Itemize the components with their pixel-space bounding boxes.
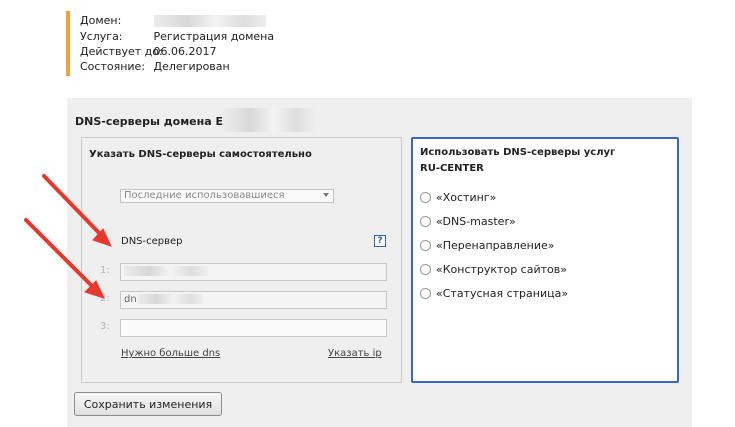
- chevron-down-icon: [323, 193, 329, 197]
- ru-center-title-line1: Использовать DNS-серверы услуг: [420, 147, 616, 158]
- option-hosting[interactable]: «Хостинг»: [420, 191, 496, 205]
- service-row: Услуга: Регистрация домена: [80, 29, 274, 44]
- option-status-page-label: «Статусная страница»: [436, 287, 569, 300]
- dns-server-2-redacted: [136, 294, 203, 304]
- radio-icon[interactable]: [420, 288, 431, 299]
- dns-row-3-number: 3:: [100, 321, 110, 332]
- dns-server-2-input[interactable]: dn: [120, 291, 387, 309]
- option-site-builder-label: «Конструктор сайтов»: [436, 263, 567, 276]
- custom-dns-title: Указать DNS-серверы самостоятельно: [89, 149, 312, 160]
- option-redirect[interactable]: «Перенаправление»: [420, 239, 555, 253]
- dns-server-3-input[interactable]: [120, 319, 387, 337]
- dns-row-1-number: 1:: [100, 265, 110, 276]
- domain-info: Домен: Услуга: Регистрация домена Действ…: [66, 11, 366, 76]
- service-label: Услуга:: [80, 30, 123, 43]
- domain-value-redacted: [153, 15, 266, 27]
- ru-center-title-line2: RU-CENTER: [420, 163, 484, 174]
- recent-dns-select[interactable]: Последние использовавшиеся: [120, 189, 334, 203]
- radio-icon[interactable]: [420, 240, 431, 251]
- radio-icon[interactable]: [420, 192, 431, 203]
- option-status-page[interactable]: «Статусная страница»: [420, 287, 568, 301]
- panel-title: DNS-серверы домена Е: [75, 108, 316, 132]
- panel-title-text: DNS-серверы домена Е: [75, 115, 224, 128]
- recent-dns-select-value: Последние использовавшиеся: [124, 190, 285, 201]
- save-button[interactable]: Сохранить изменения: [74, 392, 222, 416]
- state-label: Состояние:: [80, 60, 146, 73]
- valid-label: Действует до:: [80, 45, 163, 58]
- valid-value: 06.06.2017: [153, 45, 217, 58]
- radio-icon[interactable]: [420, 264, 431, 275]
- custom-dns-box: Указать DNS-серверы самостоятельно После…: [81, 137, 402, 383]
- option-site-builder[interactable]: «Конструктор сайтов»: [420, 263, 567, 277]
- ru-center-title: Использовать DNS-серверы услуг RU-CENTER: [420, 145, 615, 177]
- radio-icon[interactable]: [420, 216, 431, 227]
- option-dns-master[interactable]: «DNS-master»: [420, 215, 516, 229]
- domain-label: Домен:: [80, 14, 122, 27]
- option-redirect-label: «Перенаправление»: [436, 239, 555, 252]
- state-row: Состояние: Делегирован: [80, 59, 230, 74]
- dns-panel: DNS-серверы домена Е Указать DNS-серверы…: [67, 98, 692, 427]
- domain-row: Домен:: [80, 13, 266, 28]
- dns-row-2-number: 2:: [100, 293, 110, 304]
- state-value: Делегирован: [153, 60, 230, 73]
- dns-server-label: DNS-сервер: [121, 236, 183, 247]
- option-hosting-label: «Хостинг»: [436, 191, 497, 204]
- dns-server-1-input[interactable]: [120, 263, 387, 281]
- valid-row: Действует до: 06.06.2017: [80, 44, 216, 59]
- panel-title-domain-redacted: [223, 108, 316, 132]
- ru-center-dns-box: Использовать DNS-серверы услуг RU-CENTER…: [411, 137, 679, 383]
- service-value: Регистрация домена: [153, 30, 275, 43]
- specify-ip-link[interactable]: Указать ip: [328, 348, 382, 359]
- help-icon[interactable]: ?: [374, 235, 386, 247]
- dns-server-2-value: dn: [124, 294, 137, 305]
- more-dns-link[interactable]: Нужно больше dns: [121, 348, 220, 359]
- option-dns-master-label: «DNS-master»: [436, 215, 516, 228]
- dns-server-1-redacted: [124, 266, 208, 276]
